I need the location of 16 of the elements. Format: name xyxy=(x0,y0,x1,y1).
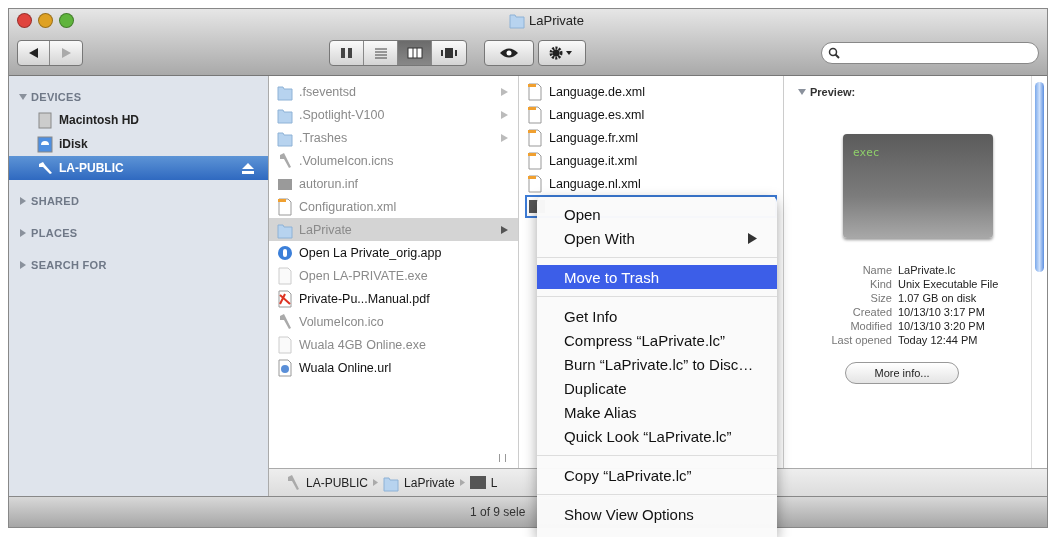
status-text: 1 of 9 sele xyxy=(470,505,526,519)
info-value: Today 12:44 PM xyxy=(898,334,979,346)
info-value: 10/13/10 3:20 PM xyxy=(898,320,986,332)
window-title: LaPrivate xyxy=(529,12,584,28)
info-label: Size xyxy=(869,292,892,304)
info-label: Kind xyxy=(868,278,892,290)
info-label: Name xyxy=(861,264,892,276)
preview-heading: Preview: xyxy=(810,86,856,98)
file-thumbnail: exec xyxy=(843,134,993,238)
info-value: 10/13/10 3:17 PM xyxy=(898,306,986,318)
info-value: Unix Executable File xyxy=(898,278,1000,290)
info-label: Created xyxy=(851,306,892,318)
info-label: Last opened xyxy=(830,334,892,346)
info-value: 1.07 GB on disk xyxy=(898,292,978,304)
info-label: Modified xyxy=(849,320,892,332)
info-value: LaPrivate.lc xyxy=(898,264,957,276)
